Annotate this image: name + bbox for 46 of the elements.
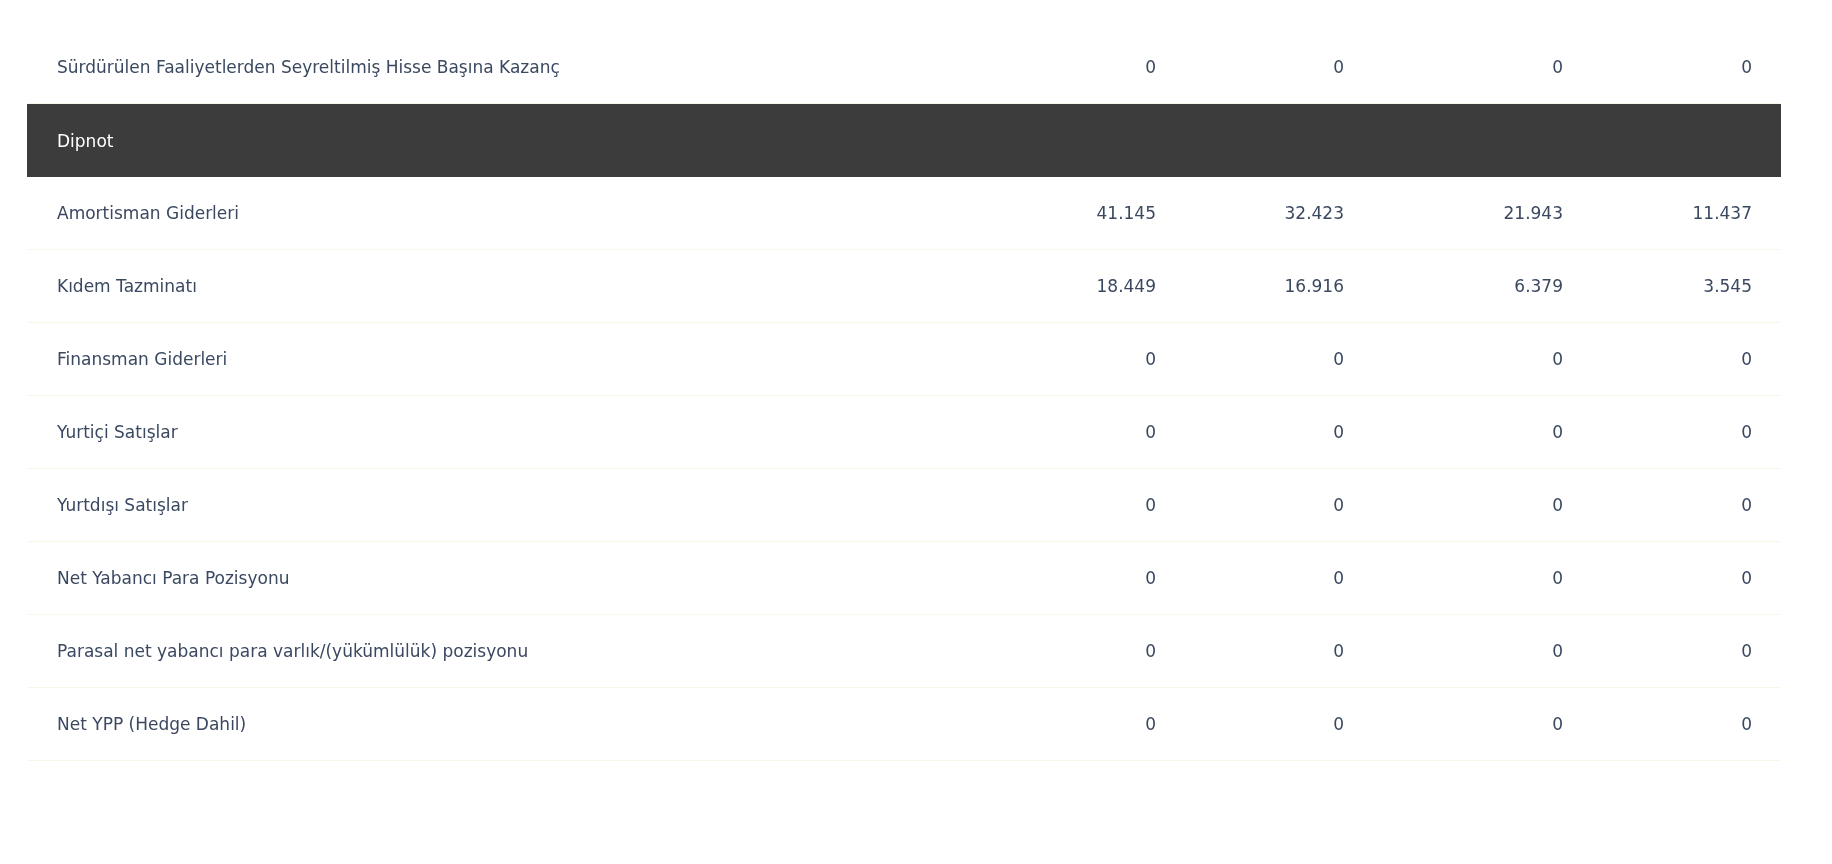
value-cell-text: 3.545 <box>1702 276 1752 296</box>
value-cell-text: 0 <box>1332 495 1344 515</box>
value-cell-text: 0 <box>1144 568 1156 588</box>
value-cell-text: 21.943 <box>1502 203 1563 223</box>
value-cell-text: 0 <box>1740 641 1752 661</box>
value-cell-text: 0 <box>1740 349 1752 369</box>
value-cell-text: 18.449 <box>1095 276 1156 296</box>
value-cell-text: 0 <box>1551 57 1563 77</box>
row-label: Parasal net yabancı para varlık/(yükümlülük) pozisyonu <box>57 641 530 661</box>
row-label: Kıdem Tazminatı <box>57 276 198 296</box>
value-cell-text: 0 <box>1144 422 1156 442</box>
value-cell-text: 0 <box>1332 714 1344 734</box>
row-label: Amortisman Giderleri <box>57 203 240 223</box>
value-cell-text: 0 <box>1144 349 1156 369</box>
value-cell-text: 0 <box>1740 57 1752 77</box>
value-cell-text: 0 <box>1740 568 1752 588</box>
value-cell-text: 0 <box>1332 641 1344 661</box>
value-cell-text: 41.145 <box>1095 203 1156 223</box>
value-cell-text: 0 <box>1551 422 1563 442</box>
row-label: Sürdürülen Faaliyetlerden Seyreltilmiş Hisse Başına Kazanç <box>57 57 561 77</box>
value-cell-text: 0 <box>1332 349 1344 369</box>
row-label: Finansman Giderleri <box>57 349 229 369</box>
row-label: Net YPP (Hedge Dahil) <box>57 714 248 734</box>
value-cell-text: 0 <box>1740 714 1752 734</box>
section-title: Dipnot <box>57 130 114 151</box>
row-label: Yurtiçi Satışlar <box>57 422 179 442</box>
value-cell-text: 0 <box>1332 568 1344 588</box>
value-cell-text: 0 <box>1144 495 1156 515</box>
row-label: Yurtdışı Satışlar <box>57 495 189 515</box>
value-cell-text: 0 <box>1144 57 1156 77</box>
value-cell-text: 11.437 <box>1691 203 1752 223</box>
value-cell-text: 32.423 <box>1283 203 1344 223</box>
row-label: Net Yabancı Para Pozisyonu <box>57 568 291 588</box>
value-cell-text: 0 <box>1551 349 1563 369</box>
value-cell-text: 6.379 <box>1513 276 1563 296</box>
value-cell-text: 0 <box>1740 495 1752 515</box>
value-cell-text: 0 <box>1144 714 1156 734</box>
value-cell-text: 0 <box>1551 495 1563 515</box>
value-cell-text: 0 <box>1551 641 1563 661</box>
value-cell-text: 0 <box>1144 641 1156 661</box>
value-cell-text: 0 <box>1551 714 1563 734</box>
value-cell-text: 0 <box>1332 57 1344 77</box>
value-cell-text: 0 <box>1332 422 1344 442</box>
value-cell-text: 0 <box>1551 568 1563 588</box>
value-cell-text: 16.916 <box>1283 276 1344 296</box>
value-cell-text: 0 <box>1740 422 1752 442</box>
